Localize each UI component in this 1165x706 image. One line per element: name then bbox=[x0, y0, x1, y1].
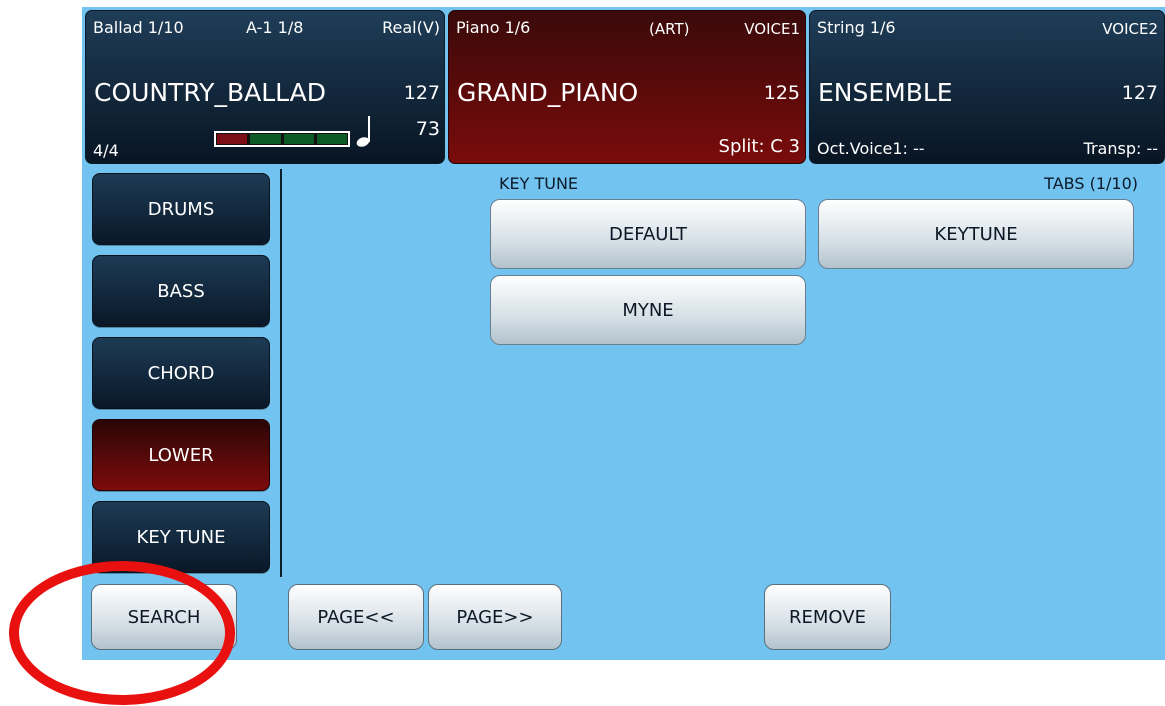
beat-indicator bbox=[214, 131, 350, 147]
voice1-title: GRAND_PIANO bbox=[457, 78, 639, 107]
voice1-slot: VOICE1 bbox=[744, 20, 800, 38]
time-signature: 4/4 bbox=[93, 141, 119, 160]
tune-keytune-button[interactable]: KEYTUNE bbox=[818, 199, 1134, 269]
tempo-value: 73 bbox=[415, 118, 440, 140]
arranger-screen: Ballad 1/10 A-1 1/8 Real(V) COUNTRY_BALL… bbox=[82, 7, 1165, 660]
beat-1 bbox=[217, 134, 248, 144]
sidebar-item-lower[interactable]: LOWER bbox=[92, 419, 270, 491]
voice2-title: ENSEMBLE bbox=[818, 78, 953, 107]
section-label: KEY TUNE bbox=[499, 174, 579, 193]
voice2-category: String 1/6 bbox=[817, 18, 896, 37]
tune-default-button[interactable]: DEFAULT bbox=[490, 199, 806, 269]
quarter-note-icon bbox=[356, 116, 370, 147]
sidebar-item-chord[interactable]: CHORD bbox=[92, 337, 270, 409]
voice2-panel[interactable]: String 1/6 VOICE2 ENSEMBLE 127 Oct.Voice… bbox=[809, 10, 1165, 164]
style-name: Ballad 1/10 bbox=[93, 18, 184, 37]
tune-myne-button[interactable]: MYNE bbox=[490, 275, 806, 345]
voice1-panel[interactable]: Piano 1/6 (ART) VOICE1 GRAND_PIANO 125 S… bbox=[448, 10, 806, 164]
style-volume: 127 bbox=[403, 82, 440, 104]
tabs-indicator: TABS (1/10) bbox=[1044, 174, 1138, 193]
sidebar-item-drums[interactable]: DRUMS bbox=[92, 173, 270, 245]
remove-button[interactable]: REMOVE bbox=[764, 584, 891, 650]
beat-4 bbox=[316, 134, 347, 144]
search-button[interactable]: SEARCH bbox=[91, 584, 237, 650]
voice1-category: Piano 1/6 bbox=[456, 18, 531, 37]
sidebar-divider bbox=[280, 169, 282, 577]
octave-voice1: Oct.Voice1: -- bbox=[817, 139, 925, 158]
style-panel[interactable]: Ballad 1/10 A-1 1/8 Real(V) COUNTRY_BALL… bbox=[85, 10, 445, 164]
style-variation: A-1 1/8 bbox=[246, 18, 304, 37]
page-next-button[interactable]: PAGE>> bbox=[428, 584, 562, 650]
sidebar-item-bass[interactable]: BASS bbox=[92, 255, 270, 327]
split-point: Split: C 3 bbox=[718, 136, 800, 157]
voice1-volume: 125 bbox=[763, 82, 800, 104]
beat-3 bbox=[283, 134, 314, 144]
beat-2 bbox=[250, 134, 281, 144]
style-mode: Real(V) bbox=[382, 18, 440, 37]
page-prev-button[interactable]: PAGE<< bbox=[288, 584, 424, 650]
voice2-slot: VOICE2 bbox=[1102, 20, 1158, 38]
transpose-value: Transp: -- bbox=[1083, 139, 1158, 158]
sidebar-item-key-tune[interactable]: KEY TUNE bbox=[92, 501, 270, 573]
style-title: COUNTRY_BALLAD bbox=[94, 78, 326, 107]
voice1-tag: (ART) bbox=[649, 20, 690, 38]
voice2-volume: 127 bbox=[1121, 82, 1158, 104]
